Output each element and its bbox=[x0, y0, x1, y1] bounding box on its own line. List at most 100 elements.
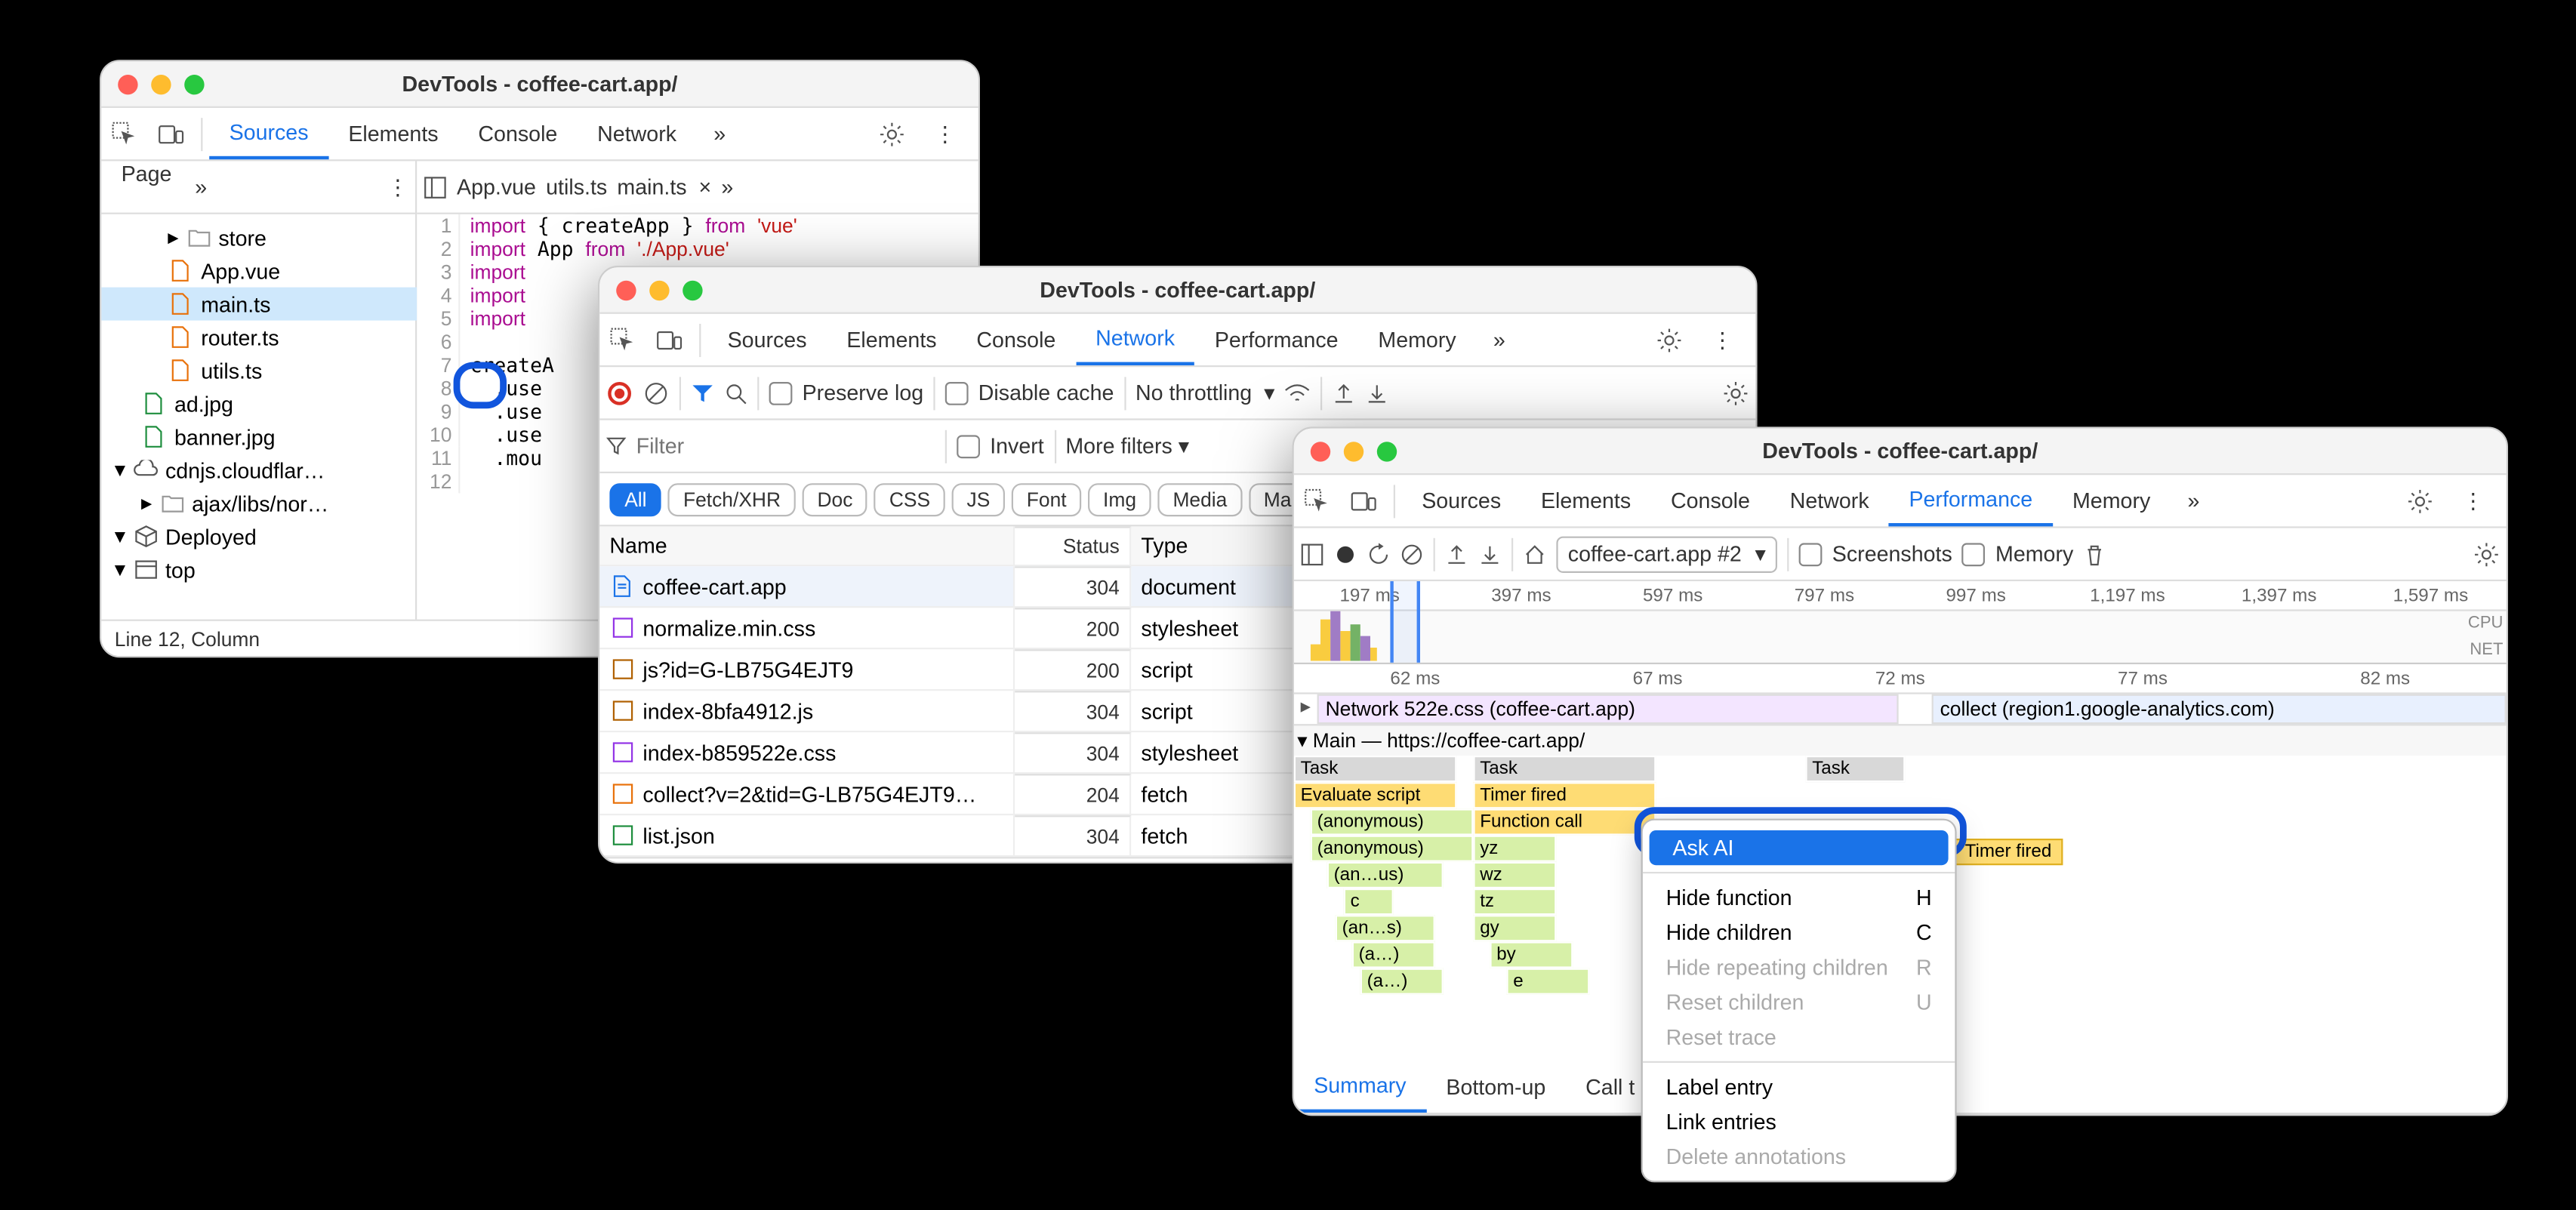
device-icon[interactable] bbox=[1340, 488, 1387, 514]
home-icon[interactable] bbox=[1523, 542, 1546, 565]
tab-summary[interactable]: Summary bbox=[1294, 1061, 1426, 1113]
record-icon[interactable] bbox=[606, 380, 633, 406]
trash-icon[interactable] bbox=[2083, 542, 2106, 565]
tab-memory[interactable]: Memory bbox=[2053, 475, 2171, 526]
toggle-sidebar-icon[interactable] bbox=[1301, 542, 1324, 565]
settings-icon[interactable] bbox=[1646, 326, 1693, 353]
code-line[interactable]: import { createApp } from 'vue' bbox=[460, 214, 797, 238]
col-status[interactable]: Status bbox=[1015, 526, 1131, 565]
toggle-sidebar-icon[interactable] bbox=[424, 175, 447, 199]
download-icon[interactable] bbox=[1478, 542, 1502, 565]
memory-checkbox[interactable] bbox=[1962, 542, 1986, 565]
titlebar[interactable]: DevTools - coffee-cart.app/ bbox=[599, 267, 1755, 314]
main-track-header[interactable]: ▾ Main — https://coffee-cart.app/ bbox=[1294, 724, 2507, 756]
traffic-lights[interactable] bbox=[616, 280, 702, 300]
tab-elements[interactable]: Elements bbox=[827, 314, 957, 365]
tree-item[interactable]: ▾ Deployed bbox=[101, 520, 417, 553]
tree-item[interactable]: App.vue bbox=[101, 254, 417, 288]
tab-sources[interactable]: Sources bbox=[1402, 475, 1521, 526]
editor-tab-appvue[interactable]: App.vue bbox=[457, 174, 536, 199]
tree-item[interactable]: ad.jpg bbox=[101, 387, 417, 420]
tab-elements[interactable]: Elements bbox=[328, 108, 458, 159]
preserve-log-checkbox[interactable] bbox=[769, 381, 793, 405]
tab-console[interactable]: Console bbox=[957, 314, 1076, 365]
filter-chip-media[interactable]: Media bbox=[1158, 482, 1243, 516]
zoom-dot[interactable] bbox=[184, 74, 204, 94]
kebab-icon[interactable]: ⋮ bbox=[922, 121, 969, 147]
wifi-icon[interactable] bbox=[1285, 383, 1311, 402]
flame-cell[interactable]: (an…us) bbox=[1327, 862, 1444, 888]
zoom-dot[interactable] bbox=[683, 280, 702, 300]
menu-item-link-entries[interactable]: Link entries bbox=[1643, 1104, 1955, 1139]
menu-item-ask-ai[interactable]: Ask AI bbox=[1650, 830, 1949, 865]
settings-icon[interactable] bbox=[869, 121, 916, 147]
kebab-icon[interactable]: ⋮ bbox=[1699, 326, 1746, 353]
sidebar-tab-page[interactable]: Page bbox=[108, 161, 185, 212]
filter-chip-css[interactable]: CSS bbox=[874, 482, 945, 516]
download-icon[interactable] bbox=[1366, 381, 1389, 405]
inspect-icon[interactable] bbox=[599, 326, 646, 353]
filter-chip-font[interactable]: Font bbox=[1012, 482, 1081, 516]
flame-cell[interactable]: Function call bbox=[1473, 808, 1656, 835]
inspect-icon[interactable] bbox=[1294, 488, 1341, 514]
screenshots-checkbox[interactable] bbox=[1799, 542, 1823, 565]
more-tabs-icon[interactable]: » bbox=[696, 122, 743, 146]
menu-item-hide-function[interactable]: Hide functionH bbox=[1643, 880, 1955, 915]
sidebar-more-icon[interactable]: » bbox=[195, 174, 207, 199]
net-row-css[interactable]: Network 522e.css (coffee-cart.app) bbox=[1317, 694, 1899, 725]
tab-network[interactable]: Network bbox=[1770, 475, 1889, 526]
overview-timeline[interactable]: 197 ms397 ms597 ms797 ms997 ms1,197 ms1,… bbox=[1294, 581, 2507, 664]
flame-cell[interactable]: Evaluate script bbox=[1294, 782, 1457, 808]
tab-sources[interactable]: Sources bbox=[707, 314, 827, 365]
zoom-dot[interactable] bbox=[1377, 441, 1397, 460]
clear-icon[interactable] bbox=[1400, 542, 1424, 565]
flame-cell[interactable]: by bbox=[1490, 941, 1573, 968]
tab-performance[interactable]: Performance bbox=[1194, 314, 1358, 365]
inspect-icon[interactable] bbox=[101, 121, 148, 147]
close-dot[interactable] bbox=[1311, 441, 1330, 460]
tree-item[interactable]: ▸ ajax/libs/nor… bbox=[101, 487, 417, 520]
tab-memory[interactable]: Memory bbox=[1358, 314, 1476, 365]
filter-icon[interactable] bbox=[691, 381, 714, 405]
filter-chip-fetch/xhr[interactable]: Fetch/XHR bbox=[668, 482, 796, 516]
tree-item[interactable]: main.ts bbox=[101, 288, 417, 321]
flame-cell[interactable]: Task bbox=[1294, 756, 1457, 782]
tab-bottomup[interactable]: Bottom-up bbox=[1426, 1061, 1566, 1113]
settings-icon[interactable] bbox=[2397, 488, 2444, 514]
upload-icon[interactable] bbox=[1445, 542, 1468, 565]
flame-cell[interactable]: tz bbox=[1473, 888, 1556, 915]
tree-item[interactable]: ▸ store bbox=[101, 221, 417, 254]
filter-chip-all[interactable]: All bbox=[609, 482, 661, 516]
flame-cell[interactable]: (a…) bbox=[1352, 941, 1435, 968]
tab-sources[interactable]: Sources bbox=[209, 108, 328, 159]
invert-checkbox[interactable] bbox=[957, 434, 980, 457]
flame-cell[interactable]: yz bbox=[1473, 836, 1556, 862]
flame-cell[interactable]: e bbox=[1506, 968, 1589, 995]
settings-icon[interactable] bbox=[2473, 540, 2500, 567]
device-icon[interactable] bbox=[148, 121, 195, 147]
filter-input[interactable] bbox=[636, 433, 935, 458]
close-dot[interactable] bbox=[616, 280, 636, 300]
reload-icon[interactable] bbox=[1367, 542, 1391, 565]
net-row-collect[interactable]: collect (region1.google-analytics.com) bbox=[1932, 694, 2507, 725]
filter-chip-img[interactable]: Img bbox=[1088, 482, 1151, 516]
flame-cell[interactable]: wz bbox=[1473, 862, 1556, 888]
flame-cell[interactable]: (anonymous) bbox=[1311, 808, 1474, 835]
traffic-lights[interactable] bbox=[118, 74, 204, 94]
filter-chip-doc[interactable]: Doc bbox=[803, 482, 868, 516]
throttling-dropdown[interactable]: No throttling ▾ bbox=[1135, 380, 1274, 406]
minimize-dot[interactable] bbox=[1344, 441, 1363, 460]
traffic-lights[interactable] bbox=[1311, 441, 1397, 460]
col-type[interactable]: Type bbox=[1131, 526, 1314, 565]
kebab-icon[interactable]: ⋮ bbox=[2450, 488, 2497, 514]
tab-network[interactable]: Network bbox=[578, 108, 697, 159]
menu-item-label-entry[interactable]: Label entry bbox=[1643, 1070, 1955, 1104]
tab-console[interactable]: Console bbox=[1651, 475, 1770, 526]
tab-performance[interactable]: Performance bbox=[1889, 475, 2053, 526]
close-dot[interactable] bbox=[118, 74, 137, 94]
search-icon[interactable] bbox=[724, 381, 747, 405]
flame-cell[interactable]: c bbox=[1344, 888, 1394, 915]
flame-timer-fired-right[interactable]: Timer fired bbox=[1953, 839, 2063, 865]
settings-icon[interactable] bbox=[1722, 380, 1749, 406]
minimize-dot[interactable] bbox=[649, 280, 669, 300]
